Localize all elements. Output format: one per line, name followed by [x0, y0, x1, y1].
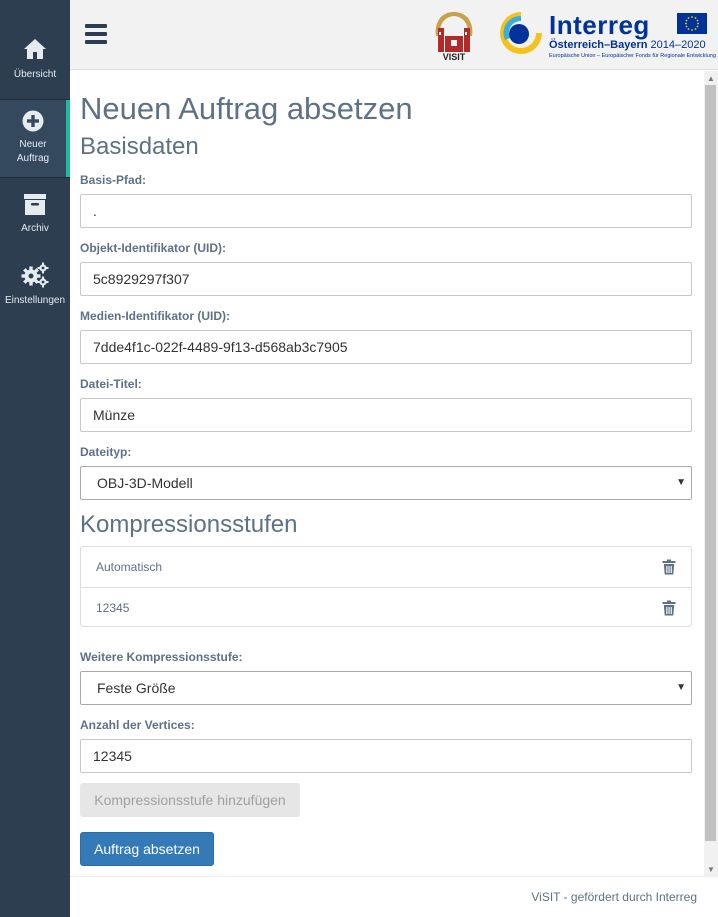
- sidebar-item-label: Übersicht: [13, 69, 57, 80]
- content-scrollbar[interactable]: ▲ ▼: [704, 71, 718, 876]
- scroll-down-icon[interactable]: ▼: [707, 865, 715, 874]
- sidebar-item-label: Einstellungen: [4, 295, 66, 306]
- list-item: Automatisch: [81, 547, 691, 587]
- medien-uid-label: Medien-Identifikator (UID):: [80, 309, 230, 323]
- weitere-kompression-select[interactable]: Feste Größe ▼: [80, 671, 692, 705]
- datei-titel-value: Münze: [93, 407, 136, 423]
- caret-down-icon: ▼: [676, 682, 686, 693]
- plus-circle-icon: [22, 110, 44, 132]
- interreg-swirl-icon: [500, 12, 542, 54]
- sidebar-item-neuer-auftrag[interactable]: Neuer Auftrag: [0, 100, 70, 177]
- sidebar-item-einstellungen[interactable]: Einstellungen: [0, 262, 70, 308]
- medien-uid-input[interactable]: 7dde4f1c-022f-4489-9f13-d568ab3c7905: [80, 330, 692, 364]
- sidebar: Übersicht Neuer Auftrag Archiv Einstellu…: [0, 0, 70, 917]
- archive-icon: [24, 194, 46, 215]
- vertices-label: Anzahl der Vertices:: [80, 718, 195, 732]
- weitere-kompression-label: Weitere Kompressionsstufe:: [80, 650, 243, 664]
- sidebar-item-archiv[interactable]: Archiv: [0, 192, 70, 236]
- dateityp-select[interactable]: OBJ-3D-Modell ▼: [80, 466, 692, 500]
- visit-logo: VISIT: [430, 10, 478, 62]
- footer-text: ViSIT - gefördert durch Interreg: [531, 890, 697, 904]
- scrollbar-thumb[interactable]: [705, 85, 716, 841]
- compression-level-list: Automatisch 12345: [80, 546, 692, 627]
- interreg-region-name: Österreich–Bayern: [549, 39, 648, 51]
- trash-icon[interactable]: [661, 600, 677, 616]
- add-compression-button[interactable]: Kompressionsstufe hinzufügen: [80, 783, 300, 817]
- interreg-logo: Interreg Österreich–Bayern 2014–2020 Eur…: [497, 8, 716, 64]
- dateityp-value: OBJ-3D-Modell: [97, 475, 193, 491]
- home-icon: [24, 39, 46, 59]
- datei-titel-label: Datei-Titel:: [80, 377, 142, 391]
- section-title-kompressionsstufen: Kompressionsstufen: [80, 511, 298, 538]
- vertices-input[interactable]: 12345: [80, 739, 692, 773]
- sidebar-item-label: Neuer: [19, 139, 47, 150]
- interreg-fund-text: Europäische Union – Europäischer Fonds f…: [549, 53, 716, 59]
- visit-logo-text: VISIT: [443, 52, 466, 62]
- sidebar-divider: [0, 177, 70, 178]
- sidebar-item-uebersicht[interactable]: Übersicht: [0, 38, 70, 82]
- gears-icon: [21, 262, 49, 288]
- interreg-region: Österreich–Bayern 2014–2020: [549, 39, 706, 51]
- sidebar-item-label: Auftrag: [16, 153, 50, 164]
- submit-order-button[interactable]: Auftrag absetzen: [80, 832, 214, 866]
- caret-down-icon: ▼: [676, 477, 686, 488]
- objekt-uid-label: Objekt-Identifikator (UID):: [80, 241, 226, 255]
- dateityp-label: Dateityp:: [80, 445, 132, 459]
- weitere-kompression-value: Feste Größe: [97, 680, 176, 696]
- datei-titel-input[interactable]: Münze: [80, 398, 692, 432]
- main-content: Neuen Auftrag absetzen Basisdaten Basis-…: [70, 71, 704, 876]
- compression-level-label: 12345: [96, 600, 130, 615]
- page-title: Neuen Auftrag absetzen: [80, 91, 413, 126]
- basis-pfad-value: .: [93, 203, 97, 219]
- list-item: 12345: [81, 587, 691, 627]
- medien-uid-value: 7dde4f1c-022f-4489-9f13-d568ab3c7905: [93, 339, 348, 355]
- compression-level-label: Automatisch: [96, 560, 163, 574]
- trash-icon[interactable]: [661, 559, 677, 575]
- top-header: VISIT Interreg Österreich–Bayern 2014–20…: [70, 0, 718, 70]
- menu-toggle-icon[interactable]: [85, 24, 107, 46]
- eu-flag-icon: [677, 13, 707, 34]
- footer: ViSIT - gefördert durch Interreg: [70, 876, 718, 917]
- scroll-up-icon[interactable]: ▲: [707, 74, 715, 83]
- basis-pfad-input[interactable]: .: [80, 194, 692, 228]
- basis-pfad-label: Basis-Pfad:: [80, 173, 147, 187]
- interreg-title: Interreg: [549, 10, 650, 40]
- vertices-value: 12345: [93, 748, 132, 764]
- sidebar-item-label: Archiv: [21, 223, 49, 234]
- objekt-uid-input[interactable]: 5c8929297f307: [80, 262, 692, 296]
- section-title-basisdaten: Basisdaten: [80, 133, 199, 160]
- objekt-uid-value: 5c8929297f307: [93, 271, 190, 287]
- interreg-years: 2014–2020: [650, 39, 706, 51]
